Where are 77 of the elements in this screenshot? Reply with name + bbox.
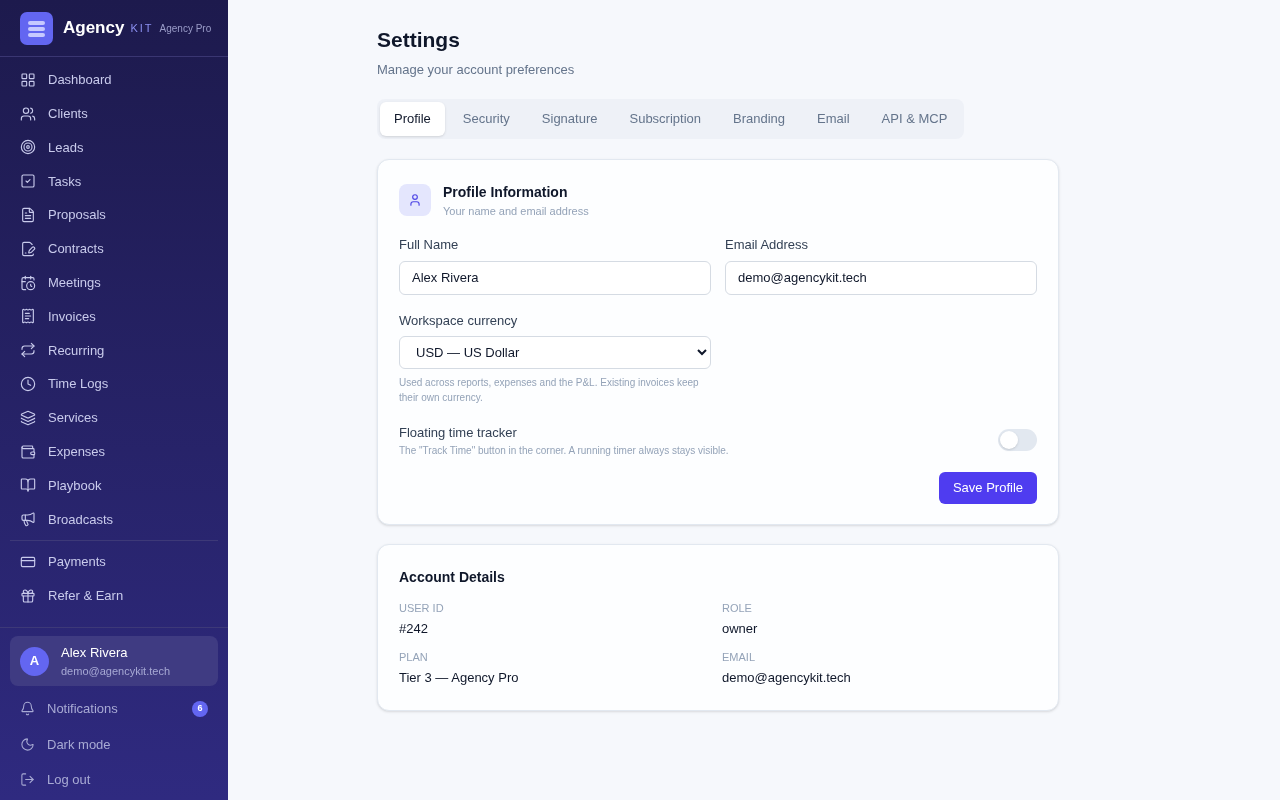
field-label: Full Name [399, 236, 460, 254]
currency-select[interactable]: USD — US Dollar [399, 336, 711, 369]
nav-item[interactable]: Refer & Earn [10, 578, 218, 613]
moon-icon [20, 736, 35, 752]
page-subtitle: Manage your account preferences [377, 60, 576, 79]
tab[interactable]: Branding [719, 102, 800, 136]
plan-label: Agency Pro [159, 21, 212, 36]
tab[interactable]: Profile [380, 102, 445, 136]
brand-name: Agency [63, 17, 125, 40]
nav-item[interactable]: Tasks [10, 164, 218, 199]
nav-item[interactable]: Invoices [10, 299, 218, 334]
calendar-clock-icon [20, 274, 36, 291]
gift-icon [20, 587, 36, 604]
help-text: The "Track Time" button in the corner. A running timer always stays visible. [399, 443, 729, 458]
nav-item[interactable]: Services [10, 400, 218, 435]
nav-item[interactable]: Recurring [10, 333, 218, 368]
field-label: Workspace currency [399, 311, 519, 330]
logo-icon [20, 11, 53, 45]
nav-item[interactable]: Expenses [10, 434, 218, 469]
sidebar-action[interactable]: Log out [10, 762, 218, 798]
nav-item[interactable]: Meetings [10, 265, 218, 300]
detail-value: demo@agencykit.tech [722, 669, 852, 687]
users-icon [20, 105, 36, 122]
field-label: Email Address [725, 236, 810, 254]
input-field[interactable]: demo@agencykit.tech [725, 260, 1037, 295]
checkbox-icon [20, 173, 36, 190]
detail-value: #242 [399, 620, 429, 638]
clock-icon [20, 376, 36, 393]
detail-label: USER ID [399, 600, 445, 616]
save-button[interactable]: Save Profile [938, 471, 1037, 504]
tab[interactable]: Email [803, 102, 864, 136]
help-text: Used across reports, expenses and the P&L. Existing invoices keep their own currency. [399, 376, 700, 405]
detail-value: owner [722, 620, 759, 638]
tab[interactable]: Signature [527, 102, 612, 136]
tab[interactable]: Security [448, 102, 524, 136]
user-email: demo@agencykit.tech [61, 663, 170, 679]
tab[interactable]: Subscription [615, 102, 716, 136]
field-label: Floating time tracker [399, 424, 518, 442]
tab[interactable]: API & MCP [867, 102, 962, 136]
input-field[interactable]: Alex Rivera [399, 260, 711, 295]
avatar: A [20, 646, 49, 676]
detail-value: Tier 3 — Agency Pro [399, 669, 520, 687]
user-icon [399, 184, 431, 217]
repeat-icon [20, 342, 36, 359]
bell-icon [20, 701, 35, 717]
detail-label: PLAN [399, 649, 429, 665]
toggle-switch[interactable] [998, 429, 1037, 452]
user-name: Alex Rivera [61, 644, 129, 662]
brand-suffix: KIT [130, 20, 154, 36]
nav-item[interactable]: Payments [10, 545, 218, 579]
nav-item[interactable]: Leads [10, 130, 218, 165]
target-icon [20, 139, 36, 156]
nav-item[interactable]: Contracts [10, 232, 218, 266]
sidebar-action[interactable]: Notifications 6 [10, 691, 218, 727]
document-icon [20, 207, 36, 224]
count-badge: 6 [192, 700, 208, 717]
nav-item[interactable]: Dashboard [10, 63, 218, 97]
card-title: Account Details [399, 567, 506, 587]
nav-item[interactable]: Clients [10, 96, 218, 131]
detail-label: EMAIL [722, 649, 756, 665]
layers-icon [20, 409, 36, 426]
grid-icon [20, 71, 36, 88]
nav-item[interactable]: Broadcasts [10, 502, 218, 537]
card-title: Profile Information [443, 182, 569, 202]
wallet-icon [20, 443, 36, 460]
user-card[interactable]: A Alex Rivera demo@agencykit.tech [10, 636, 218, 686]
document-pen-icon [20, 240, 36, 257]
page-title: Settings [377, 27, 461, 53]
megaphone-icon [20, 511, 36, 528]
logout-icon [20, 772, 35, 788]
card-subtitle: Your name and email address [443, 203, 589, 219]
nav-item[interactable]: Proposals [10, 198, 218, 232]
sidebar-action[interactable]: Dark mode [10, 726, 218, 762]
nav-item[interactable]: Playbook [10, 468, 218, 503]
detail-label: ROLE [722, 600, 753, 616]
nav-item[interactable]: Time Logs [10, 367, 218, 401]
book-icon [20, 477, 36, 494]
